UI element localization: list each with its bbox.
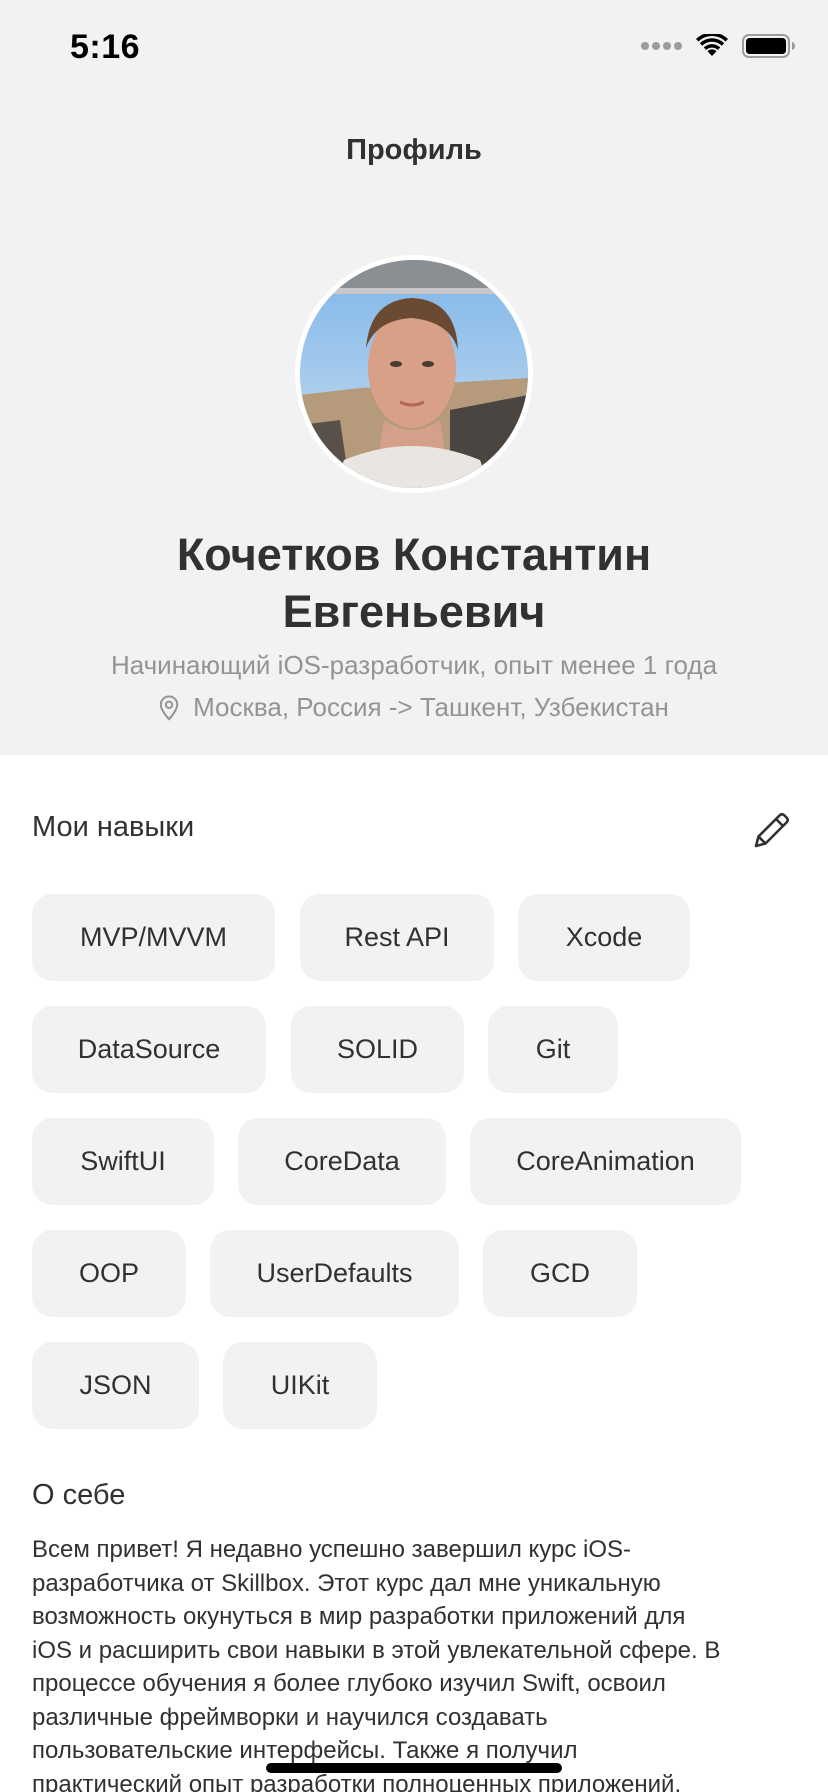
skill-chip-label: CoreAnimation [516, 1146, 695, 1176]
page-title: Профиль [346, 134, 482, 166]
skill-chip-coredata[interactable]: CoreData [238, 1118, 446, 1205]
skill-chip-label: SwiftUI [80, 1146, 166, 1176]
about-text: Всем привет! Я недавно успешно завершил … [32, 1533, 802, 1792]
skill-chip-swiftui[interactable]: SwiftUI [32, 1118, 214, 1205]
cellular-signal-icon [641, 42, 682, 50]
skill-chip-coreanimation[interactable]: CoreAnimation [470, 1118, 741, 1205]
about-text-line: Всем привет! Я недавно успешно завершил … [32, 1536, 632, 1563]
skill-chip-label: Xcode [565, 922, 643, 952]
skill-chip-label: OOP [78, 1258, 139, 1288]
skill-chip-mvp-mvvm[interactable]: MVP/MVVM [32, 894, 275, 981]
profile-name: Кочетков Константин Евгеньевич [40, 526, 788, 640]
about-title: О себе [32, 1479, 126, 1511]
profile-header: 5:16 Профиль Кочетков Константин Евгенье… [0, 0, 828, 755]
skill-chip-label: JSON [79, 1370, 152, 1400]
skill-chip-json[interactable]: JSON [32, 1342, 199, 1429]
home-indicator[interactable] [266, 1763, 562, 1773]
profile-role: Начинающий iOS-разработчик, опыт менее 1… [110, 650, 718, 680]
skill-chip-datasource[interactable]: DataSource [32, 1006, 266, 1093]
skill-chip-label: SOLID [336, 1034, 419, 1064]
about-text-line: возможность окунуться в мир разработки п… [32, 1603, 686, 1630]
skill-chip-uikit[interactable]: UIKit [223, 1342, 377, 1429]
skill-chip-gcd[interactable]: GCD [483, 1230, 637, 1317]
wifi-icon [696, 34, 728, 56]
map-pin-icon [159, 694, 179, 721]
about-text-line: iOS и расширить свои навыки в этой увлек… [32, 1636, 721, 1664]
profile-name-line2: Евгеньевич [282, 586, 546, 637]
about-text-line: процессе обучения я более глубоко изучил… [32, 1670, 666, 1697]
skill-chip-label: GCD [530, 1258, 590, 1288]
skill-chip-solid[interactable]: SOLID [291, 1006, 464, 1093]
edit-skills-button[interactable] [752, 810, 792, 850]
profile-name-line1: Кочетков Константин [176, 529, 652, 580]
skill-chip-label: UIKit [270, 1370, 330, 1400]
profile-location-text: Москва, Россия -> Ташкент, Узбекистан [193, 692, 669, 722]
skills-title: Мои навыки [32, 811, 195, 843]
about-text-line: разработчика от Skillbox. Этот курс дал … [32, 1569, 661, 1597]
about-text-line: различные фреймворки и научился создават… [32, 1703, 548, 1731]
status-time: 5:16 [70, 28, 141, 66]
avatar[interactable] [295, 255, 533, 493]
skill-chip-userdefaults[interactable]: UserDefaults [210, 1230, 459, 1317]
skill-chip-label: UserDefaults [256, 1258, 413, 1288]
skill-chip-label: MVP/MVVM [79, 922, 227, 952]
skill-chip-oop[interactable]: OOP [32, 1230, 186, 1317]
skill-chip-label: DataSource [77, 1034, 221, 1064]
profile-location: Москва, Россия -> Ташкент, Узбекистан [0, 692, 828, 723]
status-bar: 5:16 [0, 0, 828, 100]
skill-chip-git[interactable]: Git [488, 1006, 618, 1093]
skill-chip-label: Rest API [344, 922, 450, 952]
skill-chip-label: CoreData [284, 1146, 400, 1176]
skill-chip-xcode[interactable]: Xcode [518, 894, 690, 981]
battery-icon [742, 34, 795, 58]
pencil-icon [754, 812, 790, 848]
skill-chip-rest-api[interactable]: Rest API [300, 894, 494, 981]
skill-chip-label: Git [535, 1034, 571, 1064]
status-icons [641, 34, 796, 58]
